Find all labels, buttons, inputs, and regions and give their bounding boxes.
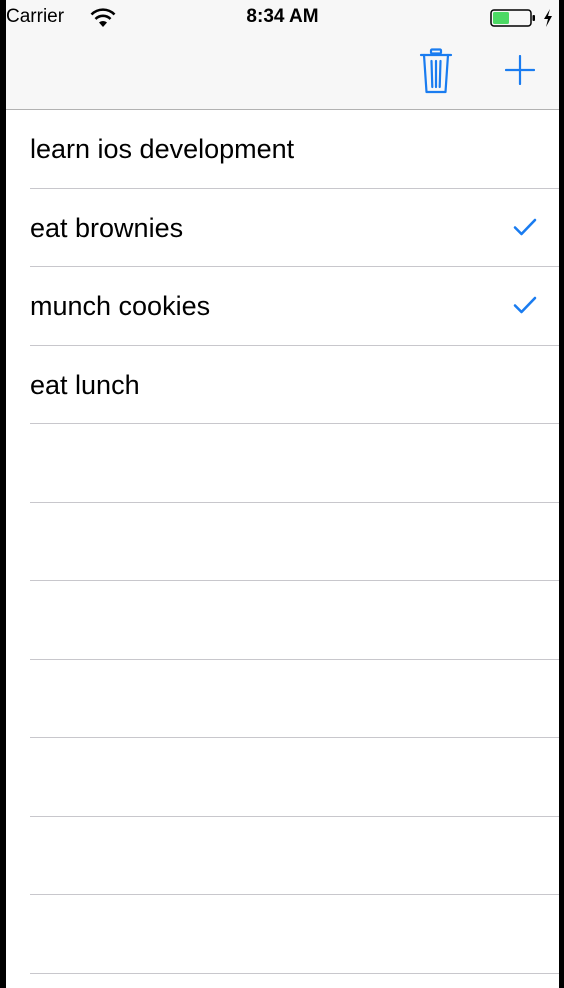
plus-icon (505, 55, 535, 85)
status-bar: Carrier 8:34 AM (6, 0, 559, 36)
todo-row[interactable] (6, 738, 559, 817)
todo-row[interactable]: learn ios development (6, 110, 559, 189)
todo-row[interactable] (6, 895, 559, 974)
todo-row[interactable] (6, 660, 559, 738)
app-screen: Carrier 8:34 AM learn ios development ea… (6, 0, 559, 988)
row-separator (30, 972, 559, 974)
trash-icon (419, 48, 453, 94)
todo-row[interactable] (6, 817, 559, 895)
todo-row[interactable] (6, 424, 559, 503)
todo-title: munch cookies (30, 291, 211, 321)
navigation-bar (6, 36, 559, 110)
todo-title: eat brownies (30, 212, 184, 243)
checkmark-icon (513, 296, 537, 314)
trash-button[interactable] (414, 46, 458, 96)
add-button[interactable] (498, 48, 542, 92)
charging-icon (544, 9, 552, 27)
clock: 8:34 AM (246, 6, 319, 27)
todo-title: eat lunch (30, 369, 140, 400)
todo-row[interactable]: eat lunch (6, 346, 559, 424)
todo-list: learn ios development eat brownies munch c… (6, 110, 559, 974)
battery-icon (490, 9, 535, 27)
todo-title: learn ios development (30, 134, 295, 164)
checkmark-icon (513, 218, 537, 235)
top-bar: Carrier 8:34 AM (6, 0, 559, 110)
todo-row[interactable]: munch cookies (6, 267, 559, 346)
todo-row[interactable] (6, 581, 559, 660)
todo-row[interactable]: eat brownies (6, 189, 559, 267)
todo-row[interactable] (6, 503, 559, 581)
